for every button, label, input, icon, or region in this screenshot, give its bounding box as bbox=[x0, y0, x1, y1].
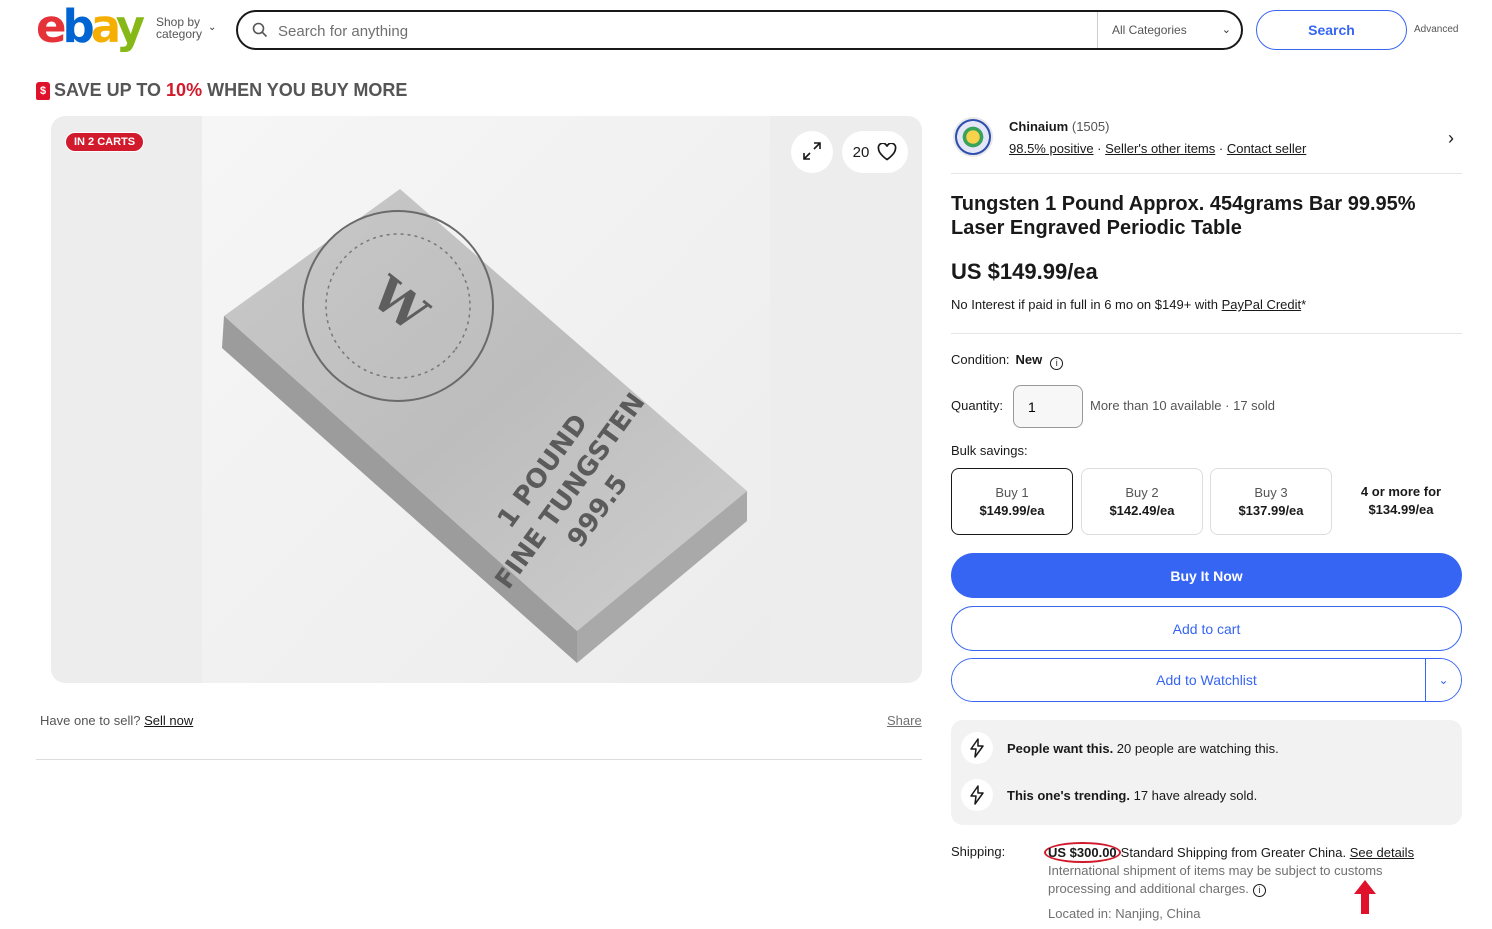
availability-text: More than 10 available · 17 sold bbox=[1090, 398, 1276, 413]
separator: · bbox=[1093, 141, 1106, 156]
seller-avatar[interactable] bbox=[953, 117, 993, 157]
seller-other-items-link[interactable]: Seller's other items bbox=[1105, 141, 1215, 156]
seller-name-line: Chinaium (1505) bbox=[1009, 119, 1109, 134]
condition-row: Condition: New i bbox=[951, 352, 1064, 370]
category-select[interactable]: All Categories ⌄ bbox=[1097, 12, 1243, 48]
add-to-cart-button[interactable]: Add to cart bbox=[951, 606, 1462, 651]
see-details-link[interactable]: See details bbox=[1350, 845, 1414, 860]
bulk-price: $142.49/ea bbox=[1109, 503, 1175, 518]
promo-suffix: WHEN YOU BUY MORE bbox=[202, 80, 408, 100]
shop-by-line2: category bbox=[156, 27, 203, 41]
divider bbox=[36, 759, 922, 760]
info-icon[interactable]: i bbox=[1252, 884, 1266, 897]
expand-image-button[interactable] bbox=[791, 131, 833, 173]
signal-text: 20 people are watching this. bbox=[1113, 740, 1279, 756]
shipping-details: US $300.00 Standard Shipping from Greater… bbox=[1044, 842, 1448, 898]
in-carts-badge: IN 2 CARTS bbox=[65, 132, 145, 152]
shipping-label: Shipping: bbox=[951, 844, 1006, 859]
signals-panel: People want this. 20 people are watching… bbox=[951, 720, 1462, 825]
divider bbox=[951, 333, 1462, 334]
advanced-search-link[interactable]: Advanced bbox=[1414, 24, 1458, 35]
share-link[interactable]: Share bbox=[887, 713, 922, 728]
shipping-method: Standard Shipping from Greater China. bbox=[1120, 845, 1350, 860]
bulk-price: $137.99/ea bbox=[1238, 503, 1304, 518]
sell-now-link[interactable]: Sell now bbox=[144, 713, 193, 728]
separator: · bbox=[1215, 141, 1227, 156]
bulk-price: $134.99/ea bbox=[1368, 502, 1434, 517]
search-button[interactable]: Search bbox=[1256, 10, 1407, 50]
product-photo[interactable]: W 1 POUND FINE TUNGSTEN 999.5 bbox=[202, 116, 770, 683]
watchlist-dropdown-button[interactable]: ⌄ bbox=[1425, 659, 1461, 701]
chevron-down-icon: ⌄ bbox=[1221, 24, 1231, 36]
bulk-qty: Buy 2 bbox=[1125, 485, 1159, 500]
finance-text: No Interest if paid in full in 6 mo on $… bbox=[951, 297, 1222, 312]
shipping-price: US $300.00 bbox=[1044, 842, 1121, 863]
logo-letter-b: b bbox=[62, 0, 95, 53]
shop-by-category-button[interactable]: Shop by category ⌄ bbox=[156, 16, 216, 41]
item-location: Located in: Nanjing, China bbox=[1048, 906, 1201, 921]
search-bar: All Categories ⌄ bbox=[236, 10, 1243, 50]
customs-note-text: International shipment of items may be s… bbox=[1048, 863, 1383, 896]
seller-name[interactable]: Chinaium bbox=[1009, 119, 1068, 134]
lightning-icon bbox=[961, 779, 993, 811]
signal-text: 17 have already sold. bbox=[1130, 787, 1258, 803]
search-icon bbox=[252, 22, 268, 38]
chevron-down-icon: ⌄ bbox=[1438, 673, 1449, 687]
ebay-logo[interactable]: ebay bbox=[36, 4, 145, 50]
bulk-option-buy2[interactable]: Buy 2 $142.49/ea bbox=[1081, 468, 1203, 535]
signal-bold: People want this. bbox=[1007, 740, 1114, 756]
signal-watching: People want this. 20 people are watching… bbox=[961, 732, 1279, 764]
search-input[interactable] bbox=[278, 20, 1078, 42]
buy-it-now-button[interactable]: Buy It Now bbox=[951, 553, 1462, 598]
bulk-savings-label: Bulk savings: bbox=[951, 443, 1028, 458]
item-price: US $149.99/ea bbox=[951, 259, 1098, 284]
sell-prompt: Have one to sell? bbox=[40, 713, 145, 728]
sell-one-row: Have one to sell? Sell now bbox=[40, 713, 193, 728]
chevron-right-icon[interactable]: › bbox=[1448, 128, 1454, 149]
financing-offer: No Interest if paid in full in 6 mo on $… bbox=[951, 297, 1306, 312]
lightning-icon bbox=[961, 732, 993, 764]
arrow-up-icon bbox=[1354, 880, 1376, 914]
tungsten-bar-image: W 1 POUND FINE TUNGSTEN 999.5 bbox=[222, 189, 747, 663]
watchlist-button-group: Add to Watchlist ⌄ bbox=[951, 658, 1462, 702]
bulk-option-buy1[interactable]: Buy 1 $149.99/ea bbox=[951, 468, 1073, 535]
seller-links: 98.5% positive · Seller's other items · … bbox=[1009, 141, 1306, 156]
watch-heart-button[interactable]: 20 bbox=[842, 131, 908, 173]
promo-prefix: SAVE UP TO bbox=[54, 80, 167, 100]
watch-count: 20 bbox=[852, 143, 870, 161]
heart-icon bbox=[877, 143, 897, 161]
positive-feedback-link[interactable]: 98.5% positive bbox=[1009, 141, 1094, 156]
category-select-label: All Categories bbox=[1112, 23, 1187, 37]
condition-label: Condition: bbox=[951, 352, 1010, 367]
image-gallery[interactable]: W 1 POUND FINE TUNGSTEN 999.5 IN 2 CARTS… bbox=[51, 116, 922, 683]
contact-seller-link[interactable]: Contact seller bbox=[1227, 141, 1306, 156]
quantity-label: Quantity: bbox=[951, 398, 1004, 413]
finance-star: * bbox=[1301, 297, 1307, 312]
info-icon[interactable]: i bbox=[1050, 357, 1064, 370]
tag-icon: $ bbox=[36, 81, 50, 100]
bulk-price: $149.99/ea bbox=[979, 503, 1045, 518]
bulk-qty: 4 or more for bbox=[1360, 484, 1442, 499]
signal-bold: This one's trending. bbox=[1007, 787, 1130, 803]
chevron-down-icon: ⌄ bbox=[208, 22, 217, 33]
add-to-watchlist-button[interactable]: Add to Watchlist bbox=[952, 659, 1425, 701]
paypal-credit-link[interactable]: PayPal Credit bbox=[1222, 297, 1301, 312]
bulk-option-buy3[interactable]: Buy 3 $137.99/ea bbox=[1210, 468, 1332, 535]
seller-feedback-count: (1505) bbox=[1071, 119, 1110, 134]
bulk-qty: Buy 1 bbox=[995, 485, 1029, 500]
signal-trending: This one's trending. 17 have already sol… bbox=[961, 779, 1257, 811]
logo-letter-y: y bbox=[115, 0, 145, 53]
bulk-option-buy4plus[interactable]: 4 or more for $134.99/ea bbox=[1340, 468, 1462, 535]
condition-value: New bbox=[1015, 352, 1043, 367]
logo-letter-a: a bbox=[90, 0, 120, 53]
promo-highlight: 10% bbox=[166, 80, 203, 100]
customs-note: International shipment of items may be s… bbox=[1048, 862, 1448, 898]
logo-letter-e: e bbox=[36, 0, 66, 53]
bulk-qty: Buy 3 bbox=[1254, 485, 1288, 500]
expand-icon bbox=[803, 141, 821, 160]
promo-banner: $ SAVE UP TO 10% WHEN YOU BUY MORE bbox=[36, 80, 407, 101]
quantity-input[interactable] bbox=[1013, 385, 1083, 428]
seller-card[interactable]: Chinaium (1505) 98.5% positive · Seller'… bbox=[951, 116, 1462, 174]
item-title: Tungsten 1 Pound Approx. 454grams Bar 99… bbox=[951, 193, 1416, 239]
